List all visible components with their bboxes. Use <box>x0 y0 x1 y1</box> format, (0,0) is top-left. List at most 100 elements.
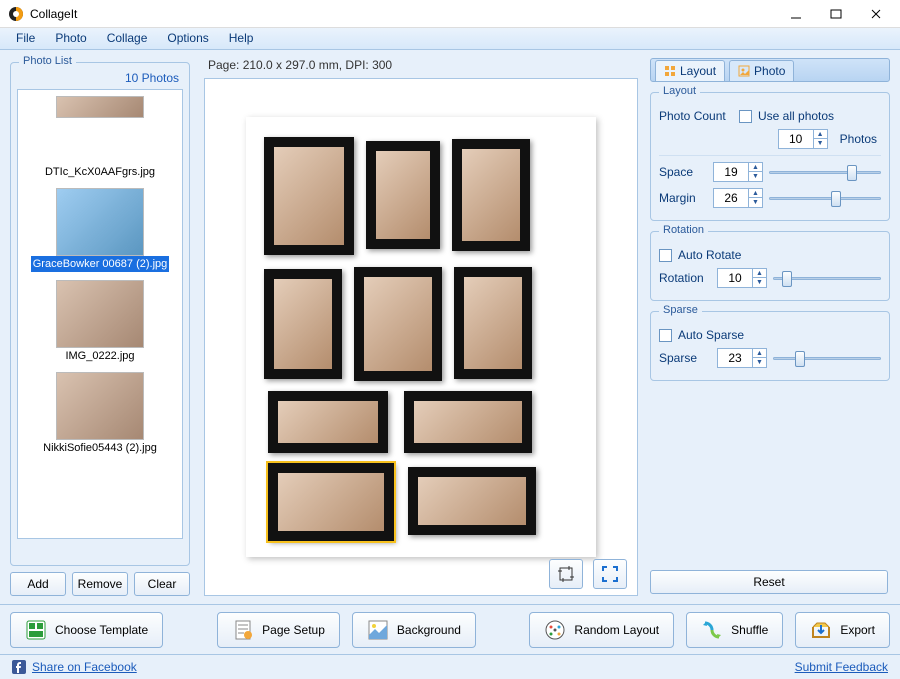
list-item[interactable]: IMG_0222.jpg <box>18 274 182 366</box>
fit-screen-button[interactable] <box>593 559 627 589</box>
random-layout-button[interactable]: Random Layout <box>529 612 674 648</box>
collage-frame[interactable] <box>366 141 440 249</box>
photo-list-panel: Photo List 10 Photos DTIc_KcX0AAFgrs.jpg… <box>0 50 198 604</box>
thumbnail-image <box>56 188 144 256</box>
properties-panel: Layout Photo Layout Photo Count Use all … <box>644 50 900 604</box>
tab-photo[interactable]: Photo <box>729 60 794 81</box>
crop-icon <box>557 565 575 583</box>
add-button[interactable]: Add <box>10 572 66 596</box>
photos-suffix: Photos <box>840 132 877 146</box>
use-all-photos-checkbox[interactable] <box>739 110 752 123</box>
thumbnail-image <box>56 372 144 440</box>
spinner-up[interactable]: ▲ <box>749 189 762 198</box>
facebook-icon <box>12 660 26 674</box>
app-logo-icon <box>8 6 24 22</box>
collage-page[interactable] <box>246 117 596 557</box>
shuffle-button[interactable]: Shuffle <box>686 612 783 648</box>
menu-help[interactable]: Help <box>219 28 264 49</box>
clear-button[interactable]: Clear <box>134 572 190 596</box>
thumbnail-caption: NikkiSofie05443 (2).jpg <box>41 440 159 456</box>
choose-template-label: Choose Template <box>55 623 148 637</box>
collage-frame[interactable] <box>354 267 442 381</box>
layout-legend: Layout <box>659 85 700 97</box>
remove-button[interactable]: Remove <box>72 572 128 596</box>
thumbnail-caption: GraceBowker 00687 (2).jpg <box>31 256 170 272</box>
page-setup-label: Page Setup <box>262 623 325 637</box>
bottom-toolbar: Choose Template Page Setup Background Ra… <box>0 605 900 655</box>
margin-label: Margin <box>659 191 707 205</box>
footer: Share on Facebook Submit Feedback <box>0 655 900 679</box>
spinner-down[interactable]: ▼ <box>753 278 766 287</box>
photo-thumbnails[interactable]: DTIc_KcX0AAFgrs.jpg GraceBowker 00687 (2… <box>17 89 183 539</box>
spinner-down[interactable]: ▼ <box>753 358 766 367</box>
spinner-up[interactable]: ▲ <box>814 130 827 139</box>
minimize-button[interactable] <box>776 2 816 26</box>
tab-layout[interactable]: Layout <box>655 60 725 81</box>
photo-count-input[interactable] <box>779 130 813 148</box>
menu-photo[interactable]: Photo <box>45 28 96 49</box>
choose-template-button[interactable]: Choose Template <box>10 612 163 648</box>
rotation-slider[interactable] <box>773 269 881 287</box>
list-item[interactable]: GraceBowker 00687 (2).jpg <box>18 182 182 274</box>
auto-rotate-label: Auto Rotate <box>678 248 741 262</box>
spinner-down[interactable]: ▼ <box>814 139 827 148</box>
spinner-up[interactable]: ▲ <box>753 349 766 358</box>
close-button[interactable] <box>856 2 896 26</box>
background-button[interactable]: Background <box>352 612 476 648</box>
spinner-up[interactable]: ▲ <box>753 269 766 278</box>
submit-feedback-link[interactable]: Submit Feedback <box>795 660 888 674</box>
menu-collage[interactable]: Collage <box>97 28 158 49</box>
maximize-button[interactable] <box>816 2 856 26</box>
margin-slider[interactable] <box>769 189 881 207</box>
margin-spinner[interactable]: ▲▼ <box>713 188 763 208</box>
space-slider[interactable] <box>769 163 881 181</box>
tab-photo-label: Photo <box>754 64 785 78</box>
menu-options[interactable]: Options <box>157 28 218 49</box>
space-input[interactable] <box>714 163 748 181</box>
window-title: CollageIt <box>30 7 776 21</box>
space-label: Space <box>659 165 707 179</box>
margin-input[interactable] <box>714 189 748 207</box>
list-item[interactable]: DTIc_KcX0AAFgrs.jpg <box>18 90 182 182</box>
reset-button[interactable]: Reset <box>650 570 888 594</box>
menu-file[interactable]: File <box>6 28 45 49</box>
page-info: Page: 210.0 x 297.0 mm, DPI: 300 <box>204 56 638 78</box>
tab-layout-label: Layout <box>680 64 716 78</box>
sparse-spinner[interactable]: ▲▼ <box>717 348 767 368</box>
sparse-input[interactable] <box>718 349 752 367</box>
rotation-input[interactable] <box>718 269 752 287</box>
sparse-slider[interactable] <box>773 349 881 367</box>
collage-frame[interactable] <box>264 137 354 255</box>
export-label: Export <box>840 623 875 637</box>
rotation-group: Rotation Auto Rotate Rotation ▲▼ <box>650 231 890 301</box>
thumbnail-image <box>56 96 144 118</box>
list-item[interactable]: NikkiSofie05443 (2).jpg <box>18 366 182 458</box>
page-setup-button[interactable]: Page Setup <box>217 612 340 648</box>
use-all-photos-label: Use all photos <box>758 109 834 123</box>
collage-frame[interactable] <box>452 139 530 251</box>
template-icon <box>25 619 47 641</box>
collage-frame[interactable] <box>408 467 536 535</box>
spinner-up[interactable]: ▲ <box>749 163 762 172</box>
rotation-spinner[interactable]: ▲▼ <box>717 268 767 288</box>
auto-sparse-checkbox[interactable] <box>659 329 672 342</box>
share-facebook-link[interactable]: Share on Facebook <box>32 660 137 674</box>
collage-frame[interactable] <box>404 391 532 453</box>
export-button[interactable]: Export <box>795 612 890 648</box>
canvas[interactable] <box>204 78 638 596</box>
photo-count-label: 10 Photos <box>125 71 179 85</box>
collage-frame[interactable] <box>454 267 532 379</box>
random-layout-icon <box>544 619 566 641</box>
photo-count-field-label: Photo Count <box>659 109 733 123</box>
photo-count-spinner[interactable]: ▲▼ <box>778 129 828 149</box>
crop-tool-button[interactable] <box>549 559 583 589</box>
spinner-down[interactable]: ▼ <box>749 172 762 181</box>
rotation-legend: Rotation <box>659 224 708 236</box>
auto-rotate-checkbox[interactable] <box>659 249 672 262</box>
space-spinner[interactable]: ▲▼ <box>713 162 763 182</box>
sparse-legend: Sparse <box>659 304 702 316</box>
spinner-down[interactable]: ▼ <box>749 198 762 207</box>
collage-frame-selected[interactable] <box>268 463 394 541</box>
collage-frame[interactable] <box>268 391 388 453</box>
collage-frame[interactable] <box>264 269 342 379</box>
